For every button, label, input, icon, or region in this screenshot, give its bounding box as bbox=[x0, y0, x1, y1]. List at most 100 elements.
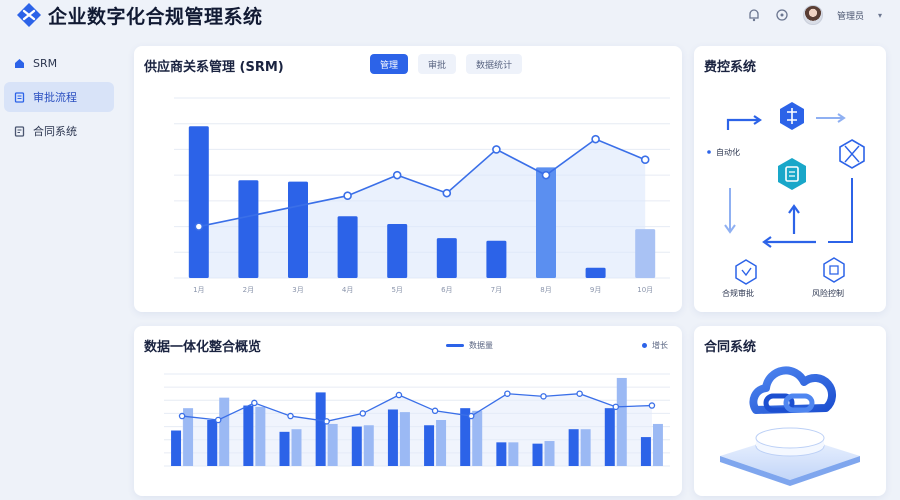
home-icon bbox=[15, 58, 24, 68]
message-icon[interactable] bbox=[775, 8, 789, 22]
data-point bbox=[648, 402, 656, 409]
bar bbox=[291, 429, 302, 466]
data-point bbox=[194, 222, 204, 231]
bar bbox=[288, 181, 308, 278]
x-tick-label: 3月 bbox=[292, 286, 303, 294]
bar bbox=[436, 238, 457, 278]
sidebar: SRM 审批流程 合同系统 bbox=[0, 48, 118, 150]
data-point bbox=[287, 412, 294, 420]
x-tick-label: 10月 bbox=[637, 286, 653, 294]
data-point bbox=[467, 412, 475, 420]
brand: 企业数字化合规管理系统 bbox=[16, 2, 263, 29]
sidebar-item-contract[interactable]: 合同系统 bbox=[4, 116, 114, 146]
data-point bbox=[591, 134, 600, 144]
bar bbox=[315, 392, 326, 466]
bar bbox=[532, 443, 543, 466]
x-tick-label: 6月 bbox=[441, 286, 452, 294]
contract-card: 合同系统 bbox=[694, 326, 886, 496]
data-point bbox=[442, 188, 452, 198]
bar bbox=[351, 426, 362, 466]
bar bbox=[635, 229, 656, 278]
x-tick-label: 2月 bbox=[243, 286, 254, 294]
data-point bbox=[359, 410, 367, 417]
sidebar-item-label: 合同系统 bbox=[33, 125, 77, 138]
data-point bbox=[214, 416, 222, 424]
bar bbox=[472, 410, 483, 466]
bar bbox=[508, 442, 519, 466]
label-automation: 自动化 bbox=[716, 148, 740, 157]
bar bbox=[486, 240, 507, 278]
data-point bbox=[504, 390, 511, 397]
risk-control-icon bbox=[823, 257, 845, 283]
data-point bbox=[541, 170, 551, 180]
bar bbox=[568, 429, 579, 466]
bar bbox=[327, 423, 338, 466]
bar bbox=[616, 377, 627, 466]
data-point bbox=[576, 390, 583, 397]
data-point bbox=[640, 155, 650, 165]
bar bbox=[171, 430, 182, 466]
bar bbox=[652, 423, 663, 466]
chevron-down-icon[interactable]: ▾ bbox=[878, 11, 882, 20]
document-icon bbox=[14, 91, 25, 103]
bar bbox=[363, 425, 374, 466]
header-actions: 管理员 ▾ bbox=[747, 5, 882, 25]
x-tick-label: 5月 bbox=[391, 286, 402, 294]
contract-cloud-illustration bbox=[720, 366, 860, 486]
data-point bbox=[251, 399, 258, 407]
label-compliance: 合规审批 bbox=[722, 289, 754, 298]
label-risk-control: 风险控制 bbox=[812, 289, 844, 298]
x-tick-label: 8月 bbox=[540, 286, 551, 294]
x-tick-label: 1月 bbox=[193, 286, 204, 294]
data-point bbox=[395, 391, 403, 399]
data-point bbox=[431, 407, 439, 415]
bar bbox=[585, 267, 606, 278]
node-top-icon bbox=[780, 102, 804, 130]
bar bbox=[387, 409, 398, 466]
sidebar-item-srm[interactable]: SRM bbox=[4, 48, 114, 78]
logo-icon bbox=[17, 3, 41, 27]
node-center-icon bbox=[778, 158, 806, 190]
srm-card: 供应商关系管理 (SRM) 管理 审批 数据统计 1月 2月 3月 4月 5月 6月 7月 8… bbox=[134, 46, 682, 312]
bar bbox=[243, 405, 254, 466]
sidebar-item-label: SRM bbox=[33, 56, 58, 70]
contract-icon bbox=[14, 125, 25, 137]
notification-bell-icon[interactable] bbox=[747, 8, 761, 22]
bar bbox=[219, 397, 230, 466]
bar bbox=[436, 420, 447, 466]
bar bbox=[279, 431, 290, 466]
cloud-link-icon bbox=[749, 366, 836, 414]
bar bbox=[496, 442, 507, 466]
bar bbox=[580, 429, 591, 466]
control-card: 费控系统 自动化 合规审批 风险控制 bbox=[694, 46, 886, 312]
node-right-icon bbox=[839, 139, 865, 169]
data-point bbox=[492, 145, 501, 154]
bar bbox=[188, 126, 209, 279]
sidebar-item-approval[interactable]: 审批流程 bbox=[4, 82, 114, 112]
data-point bbox=[178, 412, 186, 420]
bar bbox=[424, 425, 435, 466]
control-flow-diagram bbox=[707, 102, 865, 285]
bar bbox=[544, 441, 555, 466]
compliance-icon bbox=[735, 259, 757, 285]
bar bbox=[255, 406, 266, 466]
bar bbox=[536, 167, 556, 278]
srm-chart: 1月 2月 3月 4月 5月 6月 7月 8月 9月 10月 bbox=[174, 97, 670, 294]
area-fill bbox=[198, 139, 646, 278]
bar bbox=[387, 224, 408, 278]
bar bbox=[640, 437, 651, 466]
data-card: 数据一体化整合概览 数据量 增长 bbox=[134, 326, 682, 496]
bar bbox=[604, 408, 615, 466]
x-tick-label: 7月 bbox=[491, 286, 502, 294]
x-tick-label: 4月 bbox=[342, 286, 353, 294]
avatar[interactable] bbox=[802, 5, 823, 25]
x-tick-label: 9月 bbox=[590, 286, 601, 294]
user-name[interactable]: 管理员 bbox=[837, 9, 864, 22]
sidebar-item-label: 审批流程 bbox=[33, 91, 77, 104]
data-point bbox=[343, 191, 352, 201]
data-chart bbox=[164, 373, 670, 467]
data-point bbox=[612, 403, 620, 411]
top-bar: 企业数字化合规管理系统 管理员 ▾ bbox=[0, 0, 900, 30]
data-point bbox=[323, 418, 330, 425]
data-point bbox=[392, 170, 402, 180]
